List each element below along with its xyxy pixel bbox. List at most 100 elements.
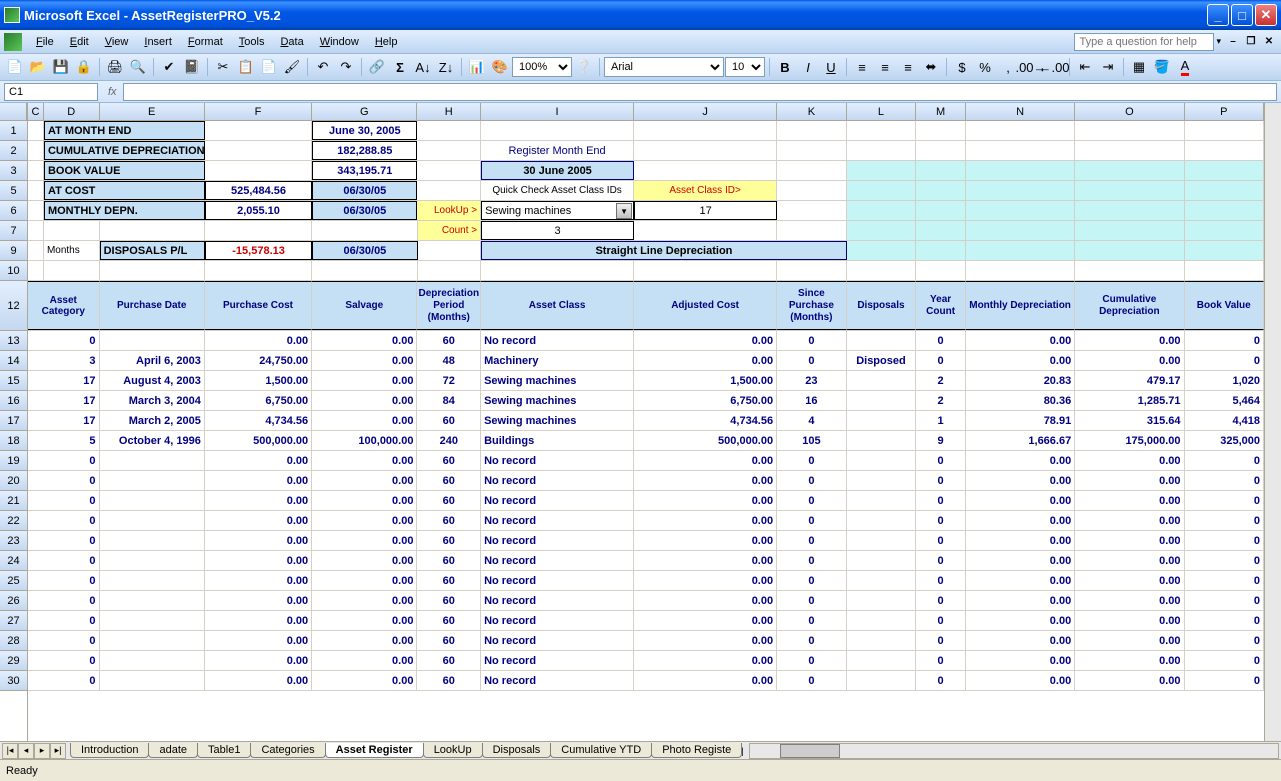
col-header-C[interactable]: C <box>28 103 44 120</box>
menu-insert[interactable]: Insert <box>136 33 180 51</box>
cell-bv[interactable]: 0 <box>1185 651 1265 670</box>
cell[interactable] <box>966 261 1075 280</box>
formula-input[interactable] <box>123 83 1277 101</box>
cell-cat[interactable]: 0 <box>28 331 100 350</box>
cell-cd[interactable]: 0.00 <box>1075 631 1184 650</box>
cell-pc[interactable]: 0.00 <box>205 331 312 350</box>
cell-ac[interactable]: 0.00 <box>634 331 777 350</box>
row-header-24[interactable]: 24 <box>0 551 27 571</box>
cell-sp[interactable]: 0 <box>777 511 847 530</box>
cell-yc[interactable]: 2 <box>916 391 966 410</box>
cell-cls[interactable]: No record <box>481 471 634 490</box>
spelling-button[interactable]: ✔ <box>158 56 180 78</box>
cell-md[interactable]: 0.00 <box>966 351 1075 370</box>
sheet-tab-lookup[interactable]: LookUp <box>423 743 483 758</box>
cell-pc[interactable]: 0.00 <box>205 651 312 670</box>
monthly-depn-date[interactable]: 06/30/05 <box>312 201 417 220</box>
cell-pd[interactable] <box>100 571 205 590</box>
help-button[interactable]: ❔ <box>573 56 595 78</box>
cell-yc[interactable]: 0 <box>916 531 966 550</box>
sheet-tab-introduction[interactable]: Introduction <box>70 743 149 758</box>
cell-md[interactable]: 0.00 <box>966 611 1075 630</box>
align-center-button[interactable]: ≡ <box>874 56 896 78</box>
col-4[interactable]: Depreciation Period (Months) <box>417 281 481 330</box>
doc-minimize-button[interactable]: – <box>1225 34 1241 50</box>
cell-cd[interactable]: 0.00 <box>1075 351 1184 370</box>
fill-color-button[interactable]: 🪣 <box>1151 56 1173 78</box>
col-11[interactable]: Cumulative Depreciation <box>1075 281 1184 330</box>
cell-cls[interactable]: No record <box>481 611 634 630</box>
sheet-tab-categories[interactable]: Categories <box>250 743 325 758</box>
cell-pc[interactable]: 0.00 <box>205 471 312 490</box>
row-header-16[interactable]: 16 <box>0 391 27 411</box>
paste-button[interactable]: 📄 <box>258 56 280 78</box>
cell-md[interactable]: 80.36 <box>966 391 1075 410</box>
row-header-9[interactable]: 9 <box>0 241 27 261</box>
drawing-button[interactable]: 🎨 <box>489 56 511 78</box>
cell-ac[interactable]: 500,000.00 <box>634 431 777 450</box>
cell-pd[interactable] <box>100 651 205 670</box>
cell-sp[interactable]: 0 <box>777 351 847 370</box>
maximize-button[interactable]: □ <box>1231 4 1253 26</box>
cell[interactable] <box>205 141 312 160</box>
cell-pd[interactable]: April 6, 2003 <box>100 351 205 370</box>
cell[interactable] <box>777 261 847 280</box>
cell-ac[interactable]: 0.00 <box>634 591 777 610</box>
align-left-button[interactable]: ≡ <box>851 56 873 78</box>
cell[interactable] <box>916 141 966 160</box>
cell-sal[interactable]: 0.00 <box>312 491 417 510</box>
cell-ac[interactable]: 0.00 <box>634 631 777 650</box>
cell-md[interactable]: 0.00 <box>966 511 1075 530</box>
row-header-22[interactable]: 22 <box>0 511 27 531</box>
row-header-19[interactable]: 19 <box>0 451 27 471</box>
cell-pd[interactable]: March 3, 2004 <box>100 391 205 410</box>
cell-dp[interactable]: 60 <box>417 571 481 590</box>
cell-dp[interactable]: 60 <box>417 471 481 490</box>
row-header-26[interactable]: 26 <box>0 591 27 611</box>
permission-button[interactable]: 🔒 <box>73 56 95 78</box>
row-header-2[interactable]: 2 <box>0 141 27 161</box>
borders-button[interactable]: ▦ <box>1128 56 1150 78</box>
cell[interactable] <box>44 261 100 280</box>
cell[interactable] <box>205 121 312 140</box>
cell-ac[interactable]: 0.00 <box>634 511 777 530</box>
cell[interactable] <box>634 261 777 280</box>
col-header-L[interactable]: L <box>847 103 917 120</box>
row-header-13[interactable]: 13 <box>0 331 27 351</box>
cell-pd[interactable] <box>100 611 205 630</box>
cell-md[interactable]: 0.00 <box>966 591 1075 610</box>
cell-cd[interactable]: 315.64 <box>1075 411 1184 430</box>
cell-cls[interactable]: No record <box>481 651 634 670</box>
cell-sal[interactable]: 0.00 <box>312 551 417 570</box>
asset-class-id-value[interactable]: 17 <box>634 201 777 220</box>
cell-cls[interactable]: No record <box>481 331 634 350</box>
cell-dp[interactable]: 60 <box>417 491 481 510</box>
cell-sal[interactable]: 0.00 <box>312 371 417 390</box>
format-painter-button[interactable]: 🖌 <box>281 56 303 78</box>
cell-dp[interactable]: 60 <box>417 331 481 350</box>
cell-md[interactable]: 0.00 <box>966 551 1075 570</box>
cell-yc[interactable]: 0 <box>916 351 966 370</box>
cell-sp[interactable]: 16 <box>777 391 847 410</box>
row-header-29[interactable]: 29 <box>0 651 27 671</box>
cell-pd[interactable] <box>100 551 205 570</box>
col-header-P[interactable]: P <box>1185 103 1264 120</box>
cell-sal[interactable]: 0.00 <box>312 331 417 350</box>
cell-dp[interactable]: 60 <box>417 631 481 650</box>
cell-dp[interactable]: 48 <box>417 351 481 370</box>
cell-sp[interactable]: 0 <box>777 491 847 510</box>
col-asset-category[interactable]: Asset Category <box>28 281 100 330</box>
zoom-combo[interactable]: 100% <box>512 57 572 77</box>
cell-cd[interactable]: 0.00 <box>1075 551 1184 570</box>
cell-sp[interactable]: 0 <box>777 671 847 690</box>
cell-md[interactable]: 1,666.67 <box>966 431 1075 450</box>
cell-cls[interactable]: No record <box>481 551 634 570</box>
row-header-3[interactable]: 3 <box>0 161 27 181</box>
cell-cd[interactable]: 0.00 <box>1075 611 1184 630</box>
cell-cat[interactable]: 17 <box>28 371 100 390</box>
row-header-21[interactable]: 21 <box>0 491 27 511</box>
lookup-dropdown[interactable]: Sewing machines▼ <box>481 201 634 220</box>
col-9[interactable]: Year Count <box>916 281 966 330</box>
col-header-F[interactable]: F <box>205 103 312 120</box>
cell-dp[interactable]: 60 <box>417 651 481 670</box>
